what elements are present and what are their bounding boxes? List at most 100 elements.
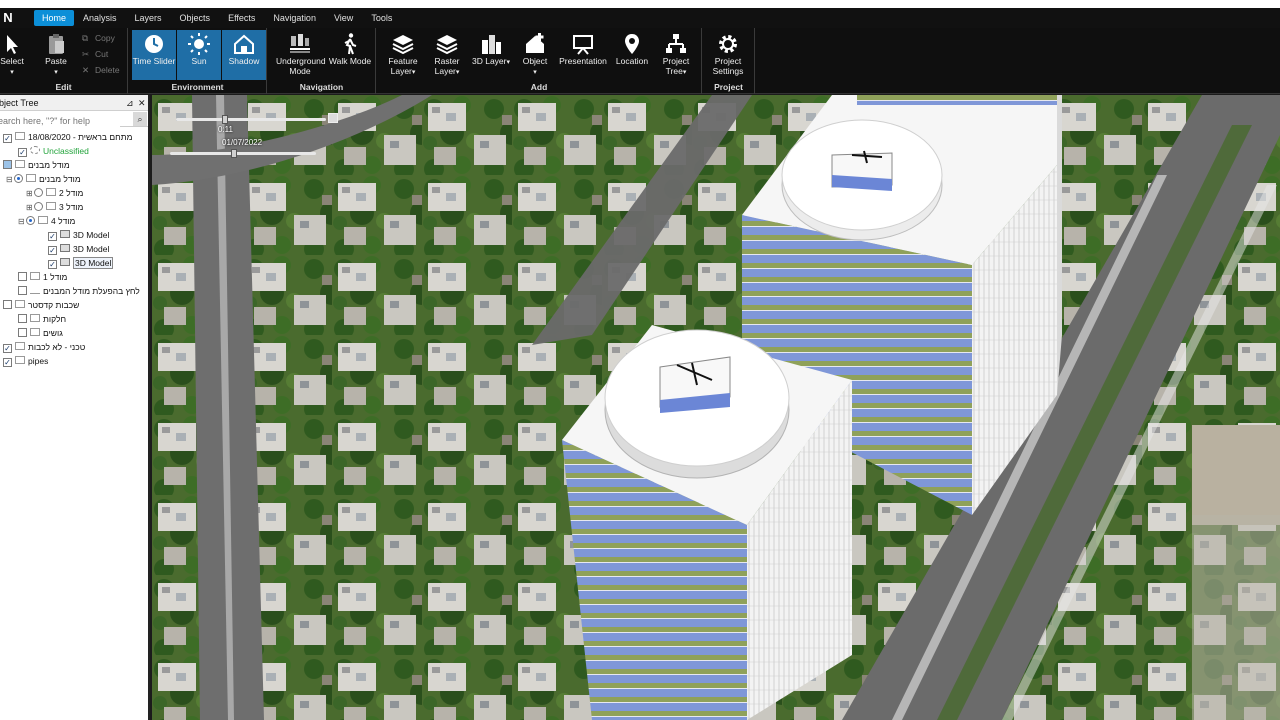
time-label: 0:11 bbox=[218, 125, 233, 134]
checkbox[interactable] bbox=[3, 160, 12, 169]
walk-mode-button[interactable]: Walk Mode bbox=[328, 30, 372, 80]
tree-row-unclassified[interactable]: Unclassified bbox=[18, 145, 89, 158]
radio[interactable] bbox=[34, 188, 43, 197]
search-input[interactable] bbox=[0, 113, 120, 129]
date-slider-knob[interactable] bbox=[231, 149, 237, 158]
copy-label: Copy bbox=[95, 33, 115, 43]
sun-button[interactable]: Sun bbox=[177, 30, 221, 80]
folder-icon bbox=[26, 174, 36, 182]
menu-effects[interactable]: Effects bbox=[219, 10, 264, 26]
cut-button[interactable]: ✂ Cut bbox=[82, 47, 108, 61]
checkbox[interactable] bbox=[3, 300, 12, 309]
tree-row-model-4[interactable]: ⊟ מודל 4 bbox=[18, 215, 75, 228]
gear-icon bbox=[706, 30, 750, 56]
checkbox[interactable] bbox=[3, 134, 12, 143]
location-button[interactable]: Location bbox=[610, 30, 654, 80]
3d-layer-button[interactable]: 3D Layer▾ bbox=[469, 30, 513, 80]
tree-label: מודל 1 bbox=[43, 272, 68, 282]
tree-row-buildings-hint[interactable]: לחץ בהפעלת מודל המבנים bbox=[18, 285, 140, 298]
tree-row-model-2[interactable]: ⊞ מודל 2 bbox=[26, 187, 83, 200]
tree-row-model-1[interactable]: מודל 1 bbox=[18, 271, 67, 284]
paste-label: Paste bbox=[45, 56, 67, 66]
select-button[interactable]: Select ▾ bbox=[0, 30, 34, 80]
menu-analysis[interactable]: Analysis bbox=[74, 10, 126, 26]
expand-icon[interactable]: ⊞ bbox=[26, 201, 34, 214]
project-settings-button[interactable]: Project Settings bbox=[706, 30, 750, 80]
tree-row-pipes[interactable]: pipes bbox=[3, 355, 48, 368]
tree-row-project[interactable]: מתחם בראשית - 18/08/2020 bbox=[3, 131, 132, 144]
raster-layer-button[interactable]: Raster Layer▾ bbox=[425, 30, 469, 80]
raster-layers-icon bbox=[425, 30, 469, 56]
checkbox[interactable] bbox=[18, 286, 27, 295]
panel-title: Object Tree bbox=[0, 98, 39, 108]
project-tree-button[interactable]: Project Tree▾ bbox=[654, 30, 698, 80]
collapse-icon[interactable]: ⊟ bbox=[18, 215, 26, 228]
folder-icon bbox=[30, 272, 40, 280]
checkbox[interactable] bbox=[48, 246, 57, 255]
checkbox[interactable] bbox=[18, 148, 27, 157]
menu-home[interactable]: Home bbox=[34, 10, 75, 26]
checkbox[interactable] bbox=[3, 358, 12, 367]
underground-mode-button[interactable]: Underground Mode bbox=[276, 30, 326, 80]
tree-row-parcels[interactable]: חלקות bbox=[18, 313, 66, 326]
tree-label: לחץ בהפעלת מודל המבנים bbox=[43, 286, 140, 296]
tree-row-buildings-model[interactable]: ⊟ מודל מבנים bbox=[6, 173, 81, 186]
copy-button[interactable]: ⧉ Copy bbox=[82, 31, 115, 45]
copy-icon: ⧉ bbox=[82, 33, 89, 43]
paste-button[interactable]: Paste ▾ bbox=[34, 30, 78, 80]
object-button[interactable]: Object ▾ bbox=[513, 30, 557, 80]
time-slider-button[interactable]: Time Slider bbox=[132, 30, 176, 80]
time-slider-knob-top[interactable] bbox=[222, 115, 228, 124]
delete-button[interactable]: ✕ Delete bbox=[82, 63, 120, 77]
cube-icon bbox=[60, 230, 70, 238]
checkbox[interactable] bbox=[3, 344, 12, 353]
aerial-city-scene[interactable] bbox=[152, 95, 1280, 720]
menu-objects[interactable]: Objects bbox=[171, 10, 220, 26]
tree-label: גושים bbox=[43, 328, 63, 338]
calendar-icon[interactable] bbox=[328, 113, 338, 123]
feature-layer-button[interactable]: Feature Layer▾ bbox=[381, 30, 425, 80]
hierarchy-tree-icon bbox=[654, 30, 698, 56]
ribbon-group-add: Feature Layer▾ Raster Layer▾ 3D Layer▾ O… bbox=[377, 28, 702, 94]
checkbox[interactable] bbox=[18, 314, 27, 323]
menu-layers[interactable]: Layers bbox=[126, 10, 171, 26]
map-pin-icon bbox=[610, 30, 654, 56]
pin-icon[interactable]: ⊿ bbox=[126, 95, 134, 111]
shadow-button[interactable]: Shadow bbox=[222, 30, 266, 80]
time-slider-track-bottom[interactable] bbox=[170, 152, 316, 155]
presentation-button[interactable]: Presentation bbox=[557, 30, 609, 80]
location-label: Location bbox=[615, 56, 649, 66]
menu-navigation[interactable]: Navigation bbox=[264, 10, 325, 26]
tree-row-cadastre[interactable]: שכבות קדסטר bbox=[3, 299, 79, 312]
menu-view[interactable]: View bbox=[325, 10, 362, 26]
radio[interactable] bbox=[26, 216, 35, 225]
time-slider-overlay[interactable]: 0:11 01/07/2022 bbox=[170, 113, 340, 163]
tree-label: טכני - לא לכבות bbox=[28, 342, 86, 352]
tree-label: מודל מבנים bbox=[28, 160, 70, 170]
object-tree-panel: Object Tree ⊿ ✕ ⌕ מתחם בראשית - 18/08/20… bbox=[0, 95, 150, 720]
cube-icon bbox=[60, 258, 70, 266]
checkbox[interactable] bbox=[48, 260, 57, 269]
tree-row-3d-model-selected[interactable]: 3D Model bbox=[48, 257, 114, 270]
radio[interactable] bbox=[34, 202, 43, 211]
expand-icon[interactable]: ⊞ bbox=[26, 187, 34, 200]
radio[interactable] bbox=[14, 174, 23, 183]
tree-row-model-3[interactable]: ⊞ מודל 3 bbox=[26, 201, 83, 214]
search-icon[interactable]: ⌕ bbox=[133, 112, 147, 126]
checkbox[interactable] bbox=[18, 272, 27, 281]
tree-row-blocks[interactable]: גושים bbox=[18, 327, 63, 340]
ribbon-group-edit: Select ▾ Paste ▾ ⧉ Copy ✂ Cut ✕ Delete Edit bbox=[0, 28, 128, 94]
tree-row-3d-model[interactable]: 3D Model bbox=[48, 229, 109, 242]
folder-icon bbox=[15, 342, 25, 350]
menu-tools[interactable]: Tools bbox=[362, 10, 401, 26]
checkbox[interactable] bbox=[18, 328, 27, 337]
checkbox[interactable] bbox=[48, 232, 57, 241]
3d-viewport[interactable]: 0:11 01/07/2022 bbox=[152, 95, 1280, 720]
collapse-icon[interactable]: ⊟ bbox=[6, 173, 14, 186]
close-icon[interactable]: ✕ bbox=[138, 95, 146, 111]
time-slider-track-top[interactable] bbox=[176, 118, 326, 121]
tree-row-3d-model[interactable]: 3D Model bbox=[48, 243, 109, 256]
app-logo-icon[interactable]: N bbox=[0, 10, 16, 26]
tree-row-technical[interactable]: טכני - לא לכבות bbox=[3, 341, 85, 354]
tree-row-buildings-group[interactable]: מודל מבנים bbox=[3, 159, 70, 172]
